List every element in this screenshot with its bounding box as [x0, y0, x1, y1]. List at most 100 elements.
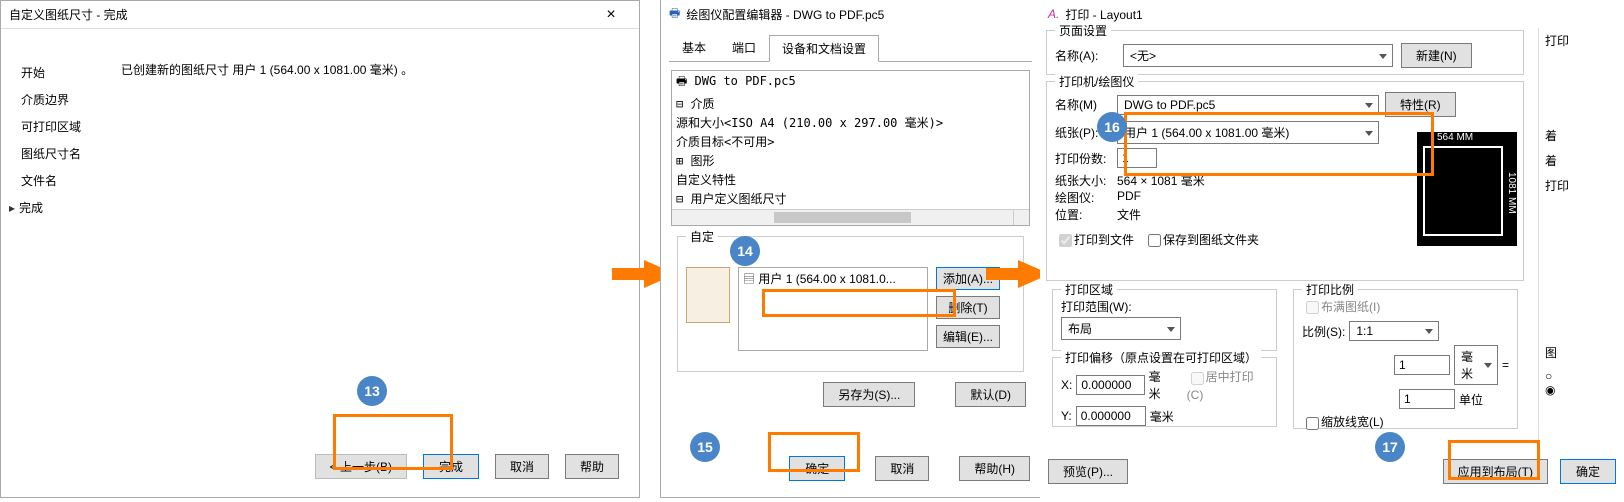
wizard-step-paper-size-name[interactable]: 图纸尺寸名 — [21, 140, 81, 167]
unit-mm: 毫米 — [1149, 368, 1172, 402]
tree-item[interactable]: ⊟ 用户定义图纸尺寸 — [672, 189, 1029, 208]
custom-sizes-list[interactable]: ▤ 用户 1 (564.00 x 1081.0... — [738, 267, 928, 351]
preview-width-label: 564 MM — [1437, 132, 1473, 143]
printer-name-select[interactable]: DWG to PDF.pc5 — [1117, 95, 1379, 115]
scale-ratio-select[interactable]: 1:1 — [1349, 321, 1439, 341]
radio-option[interactable]: ◉ — [1545, 383, 1624, 397]
config-tree[interactable]: 🖶 DWG to PDF.pc5 ⊟ 介质 源和大小<ISO A4 (210.0… — [671, 70, 1030, 226]
preview-button[interactable]: 预览(P)... — [1048, 459, 1128, 484]
cancel-button[interactable]: 取消 — [875, 456, 929, 481]
wizard-steps: 开始 介质边界 可打印区域 图纸尺寸名 文件名 完成 — [21, 59, 81, 221]
titlebar: A. 打印 - Layout1 — [1040, 0, 1624, 28]
preview-height-label: 1081 MM — [1506, 172, 1517, 214]
page-setup-group: 页面设置 名称(A): <无> 新建(N) — [1046, 30, 1524, 75]
horizontal-scrollbar[interactable] — [672, 209, 1013, 225]
offset-y-label: Y: — [1061, 409, 1072, 423]
radio-option[interactable]: ○ — [1545, 369, 1624, 383]
tree-item[interactable]: ⊞ 图形 — [672, 151, 1029, 170]
tree-item[interactable]: 介质目标<不可用> — [672, 132, 1029, 151]
edit-button[interactable]: 编辑(E)... — [936, 325, 1000, 348]
app-icon: A. — [1048, 7, 1059, 21]
plot-range-select[interactable]: 布局 — [1061, 317, 1181, 340]
printer-name-label: 名称(M) — [1055, 96, 1111, 113]
print-dialog: A. 打印 - Layout1 页面设置 名称(A): <无> 新建(N) 打印… — [1040, 0, 1624, 498]
group-legend: 打印偏移（原点设置在可打印区域） — [1061, 349, 1261, 366]
tab-device-document[interactable]: 设备和文档设置 — [769, 35, 879, 62]
scale-ratio-label: 比例(S): — [1302, 323, 1345, 340]
wizard-step-media-bounds[interactable]: 介质边界 — [21, 86, 81, 113]
finish-message: 已创建新的图纸尺寸 用户 1 (564.00 x 1081.00 毫米) 。 — [121, 61, 413, 78]
right-option[interactable]: 着 — [1545, 127, 1624, 144]
paper-label: 纸张(P): — [1055, 124, 1111, 141]
copies-label: 打印份数: — [1055, 150, 1111, 167]
group-legend: 打印机/绘图仪 — [1055, 73, 1138, 90]
printer-properties-button[interactable]: 特性(R) — [1385, 92, 1456, 117]
tree-item[interactable]: 🖶 DWG to PDF.pc5 — [672, 71, 1029, 94]
group-legend: 打印区域 — [1061, 281, 1117, 298]
plotter-config-editor: 🖶 绘图仪配置编辑器 - DWG to PDF.pc5 基本 端口 设备和文档设… — [660, 0, 1040, 498]
copies-input[interactable]: 1 — [1117, 148, 1157, 168]
offset-x-input[interactable]: 0.000000 — [1076, 375, 1144, 395]
defaults-button[interactable]: 默认(D) — [955, 382, 1026, 407]
equals-sign: = — [1502, 358, 1509, 372]
save-as-button[interactable]: 另存为(S)... — [823, 382, 915, 407]
scale-unit-select[interactable]: 毫米 — [1454, 345, 1498, 385]
cancel-button[interactable]: 取消 — [495, 454, 549, 479]
list-item-label: 用户 1 (564.00 x 1081.0... — [758, 272, 895, 286]
help-button[interactable]: 帮助(H) — [959, 456, 1030, 481]
offset-x-label: X: — [1061, 378, 1072, 392]
window-title: 绘图仪配置编辑器 - DWG to PDF.pc5 — [686, 6, 1032, 23]
tree-item[interactable]: 自定义特性 — [672, 170, 1029, 189]
save-to-sheets-checkbox[interactable]: 保存到图纸文件夹 — [1144, 231, 1259, 250]
new-page-setup-button[interactable]: 新建(N) — [1401, 43, 1472, 68]
wizard-step-filename[interactable]: 文件名 — [21, 167, 81, 194]
back-button[interactable]: < 上一步(B) — [315, 454, 407, 479]
wizard-step-printable-area[interactable]: 可打印区域 — [21, 113, 81, 140]
titlebar: 自定义图纸尺寸 - 完成 × — [1, 1, 639, 29]
delete-button[interactable]: 删除(T) — [936, 296, 1000, 319]
paper-size-select[interactable]: 用户 1 (564.00 x 1081.00 毫米) — [1117, 121, 1379, 144]
scale-numerator-input[interactable]: 1 — [1394, 355, 1450, 375]
finish-button[interactable]: 完成 — [423, 454, 479, 479]
paper-preview: 564 MM 1081 MM — [1417, 132, 1517, 246]
printer-plotter-group: 打印机/绘图仪 名称(M) DWG to PDF.pc5 特性(R) 纸张(P)… — [1046, 81, 1524, 281]
scroll-corner — [1013, 209, 1029, 225]
tab-port[interactable]: 端口 — [719, 34, 769, 61]
custom-paper-size-wizard: 自定义图纸尺寸 - 完成 × 开始 介质边界 可打印区域 图纸尺寸名 文件名 完… — [0, 0, 640, 498]
group-legend: 页面设置 — [1055, 22, 1111, 39]
paper-dimensions-value: 564 × 1081 毫米 — [1117, 172, 1205, 189]
group-legend: 自定 — [686, 228, 718, 245]
plotter-value: PDF — [1117, 189, 1141, 206]
page-setup-name-label: 名称(A): — [1055, 47, 1115, 64]
location-value: 文件 — [1117, 206, 1141, 223]
tree-item[interactable]: 源和大小<ISO A4 (210.00 x 297.00 毫米)> — [672, 113, 1029, 132]
ok-button[interactable]: 确定 — [789, 456, 845, 481]
apply-to-layout-button[interactable]: 应用到布局(T) — [1443, 459, 1548, 484]
right-option[interactable]: 图 — [1545, 344, 1624, 361]
custom-paper-sizes-group: 自定 ▤ 用户 1 (564.00 x 1081.0... 添加(A)... 删… — [677, 236, 1024, 372]
center-plot-checkbox[interactable]: 居中打印(C) — [1187, 368, 1268, 401]
tab-strip: 基本 端口 设备和文档设置 — [669, 36, 1032, 62]
tab-basic[interactable]: 基本 — [669, 34, 719, 61]
right-options-panel: 打印 着 着 打印 图 ○ ◉ — [1538, 28, 1624, 458]
wizard-step-start[interactable]: 开始 — [21, 59, 81, 86]
wizard-step-finish[interactable]: 完成 — [21, 194, 81, 221]
window-title: 打印 - Layout1 — [1065, 6, 1616, 23]
offset-y-input[interactable]: 0.000000 — [1076, 406, 1146, 426]
tree-item[interactable]: ⊟ 介质 — [672, 94, 1029, 113]
right-option[interactable]: 着 — [1545, 152, 1624, 169]
location-label: 位置: — [1055, 206, 1111, 223]
scale-lineweights-checkbox[interactable]: 缩放线宽(L) — [1302, 413, 1509, 432]
scale-denominator-input[interactable]: 1 — [1399, 389, 1455, 409]
plot-area-group: 打印区域 打印范围(W): 布局 — [1052, 289, 1277, 351]
close-icon[interactable]: × — [591, 3, 631, 27]
drawing-units-label: 单位 — [1459, 391, 1509, 408]
help-button[interactable]: 帮助 — [565, 454, 619, 479]
page-icon: ▤ — [743, 272, 755, 286]
right-option[interactable]: 打印 — [1545, 177, 1624, 194]
fit-to-paper-checkbox[interactable]: 布满图纸(I) — [1302, 298, 1509, 317]
ok-button[interactable]: 确定 — [1560, 459, 1616, 484]
print-to-file-checkbox[interactable]: 打印到文件 — [1055, 231, 1134, 250]
page-setup-name-select[interactable]: <无> — [1123, 44, 1393, 67]
list-item[interactable]: ▤ 用户 1 (564.00 x 1081.0... — [739, 268, 927, 289]
